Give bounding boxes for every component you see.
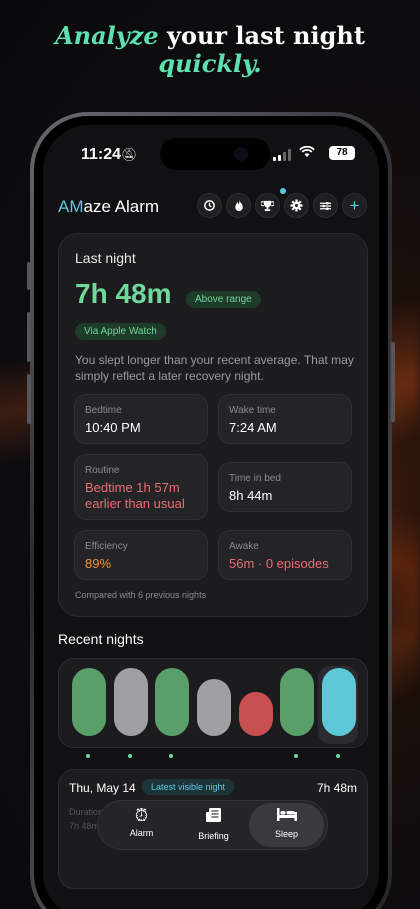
tab-label: Sleep	[274, 829, 299, 839]
action-button	[27, 262, 31, 290]
tile-value: 10:40 PM	[85, 420, 141, 435]
volume-down-button	[27, 374, 31, 424]
tile-value: Bedtime 1h 57m earlier than usual	[85, 480, 185, 511]
bed-icon	[249, 806, 324, 827]
wake-time-tile: Wake time 7:24 AM	[218, 394, 352, 444]
sliders-icon[interactable]	[313, 193, 338, 218]
tile-label: Routine	[85, 465, 120, 476]
sleep-duration: 7h 48m	[75, 278, 172, 309]
night-date: Thu, May 14	[69, 781, 136, 795]
tile-label: Efficiency	[85, 541, 128, 552]
latest-night-badge: Latest visible night	[142, 779, 235, 795]
night-duration: 7h 48m	[316, 781, 357, 795]
status-time: 11:24	[81, 146, 122, 163]
tile-label: Time in bed	[229, 473, 281, 484]
app-screen: 11:24 🔕︎ 78 AMaze Alarm + Last night 7h …	[43, 125, 379, 909]
app-header: AMaze Alarm +	[43, 188, 379, 223]
night-bar[interactable]	[280, 668, 314, 736]
awake-tile: Awake 56m · 0 episodes	[218, 530, 352, 580]
night-bar[interactable]	[239, 692, 273, 736]
card-title: Last night	[75, 250, 136, 266]
night-bar[interactable]	[114, 668, 148, 736]
night-dot	[294, 754, 298, 758]
tile-value: 8h 44m	[229, 488, 273, 503]
source-badge: Via Apple Watch	[75, 323, 166, 340]
recent-nights-title: Recent nights	[58, 631, 144, 647]
duration-value: 7h 48m	[69, 821, 100, 831]
last-night-card: Last night 7h 48m Above range Via Apple …	[58, 233, 368, 617]
bedtime-tile: Bedtime 10:40 PM	[74, 394, 208, 444]
promo-headline: Analyze your last night quickly.	[0, 22, 420, 78]
headline-accent-2: quickly.	[158, 49, 262, 78]
night-bar[interactable]	[197, 679, 231, 736]
night-dot	[336, 754, 340, 758]
recent-nights-chart	[58, 658, 368, 748]
battery-indicator: 78	[329, 146, 355, 160]
tab-briefing[interactable]: Briefing	[176, 803, 251, 847]
night-bar[interactable]	[155, 668, 189, 736]
night-bar[interactable]	[322, 668, 356, 736]
tab-sleep[interactable]: Sleep	[249, 803, 324, 847]
history-icon[interactable]	[197, 193, 222, 218]
signal-icon	[273, 149, 291, 161]
headline-text: your last night	[158, 21, 365, 50]
tile-label: Bedtime	[85, 405, 122, 416]
flame-icon[interactable]	[226, 193, 251, 218]
night-dot	[86, 754, 90, 758]
tile-label: Awake	[229, 541, 259, 552]
power-button	[391, 342, 395, 422]
headline-accent: Analyze	[55, 21, 159, 50]
routine-tile: Routine Bedtime 1h 57m earlier than usua…	[74, 454, 208, 520]
app-title: AMaze Alarm	[58, 197, 160, 216]
trophy-icon[interactable]	[255, 193, 280, 218]
tile-value: 89%	[85, 556, 112, 571]
silent-bell-icon: 🔕︎	[121, 147, 138, 162]
tile-label: Wake time	[229, 405, 276, 416]
night-bar[interactable]	[72, 668, 106, 736]
tab-alarm[interactable]: ⏰︎ Alarm	[104, 803, 179, 847]
efficiency-tile: Efficiency 89%	[74, 530, 208, 580]
night-dot	[128, 754, 132, 758]
alarm-clock-icon: ⏰︎	[134, 806, 149, 825]
wifi-icon	[299, 145, 315, 161]
time-in-bed-tile: Time in bed 8h 44m	[218, 462, 352, 512]
gear-icon[interactable]	[284, 193, 309, 218]
sleep-description: You slept longer than your recent averag…	[75, 353, 354, 383]
comparison-note: Compared with 6 previous nights	[75, 590, 207, 600]
volume-up-button	[27, 312, 31, 362]
status-bar: 11:24 🔕︎ 78	[43, 138, 379, 170]
night-dot	[169, 754, 173, 758]
phone-frame: 11:24 🔕︎ 78 AMaze Alarm + Last night 7h …	[27, 112, 395, 909]
tile-value: 56m · 0 episodes	[229, 556, 329, 571]
tab-label: Alarm	[129, 828, 154, 838]
range-badge: Above range	[186, 291, 261, 308]
tab-label: Briefing	[198, 831, 229, 841]
tile-value: 7:24 AM	[229, 420, 277, 435]
newspaper-icon	[176, 806, 251, 829]
tab-bar: ⏰︎ Alarm Briefing Sleep	[97, 800, 328, 850]
plus-icon[interactable]: +	[342, 193, 367, 218]
dynamic-island	[160, 138, 270, 170]
